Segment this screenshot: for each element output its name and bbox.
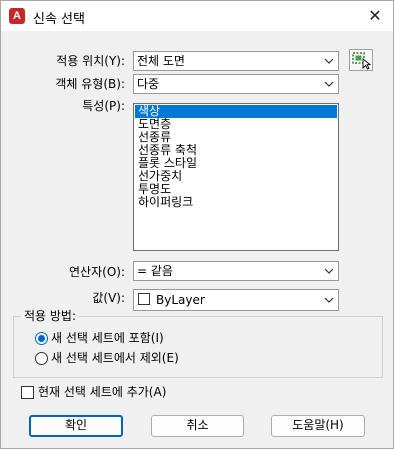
- append-checkbox-label[interactable]: 현재 선택 세트에 추가(A): [38, 384, 166, 400]
- operator-dropdown[interactable]: = 같음: [133, 261, 339, 281]
- include-radio[interactable]: [35, 332, 48, 345]
- properties-list[interactable]: 색상 도면층 선종류 선종류 축척 플롯 스타일 선가중치 투명도 하이퍼링크: [133, 103, 339, 251]
- properties-label: 특성(P):: [82, 99, 125, 113]
- list-item[interactable]: 하이퍼링크: [135, 196, 337, 209]
- chevron-down-icon: [320, 75, 338, 93]
- exclude-radio-label[interactable]: 새 선택 세트에서 제외(E): [51, 350, 179, 366]
- append-checkbox[interactable]: [21, 386, 34, 399]
- autocad-app-icon: A: [9, 8, 25, 24]
- apply-to-label: 적용 위치(Y):: [56, 54, 125, 68]
- list-item[interactable]: 투명도: [135, 183, 337, 196]
- list-item[interactable]: 플롯 스타일: [135, 157, 337, 170]
- object-type-dropdown[interactable]: 다중: [133, 74, 339, 94]
- close-icon[interactable]: ✕: [363, 5, 387, 27]
- dialog-title: 신속 선택: [33, 12, 85, 27]
- help-button[interactable]: 도움말(H): [271, 415, 365, 437]
- apply-to-value: 전체 도면: [137, 54, 185, 68]
- chevron-down-icon: [320, 52, 338, 70]
- operator-label: 연산자(O):: [69, 265, 125, 279]
- color-swatch: [138, 293, 150, 305]
- how-to-apply-group: [13, 316, 383, 378]
- select-objects-button[interactable]: [349, 49, 373, 71]
- include-radio-label[interactable]: 새 선택 세트에 포함(I): [51, 330, 164, 346]
- title-bar: A 신속 선택 ✕: [1, 1, 393, 31]
- value-text: ByLayer: [156, 293, 205, 307]
- chevron-down-icon: [320, 291, 338, 309]
- apply-to-dropdown[interactable]: 전체 도면: [133, 51, 339, 71]
- list-item[interactable]: 선종류 축척: [135, 144, 337, 157]
- list-item[interactable]: 선가중치: [135, 170, 337, 183]
- select-objects-icon: [352, 52, 372, 70]
- value-dropdown[interactable]: ByLayer: [133, 289, 339, 311]
- object-type-label: 객체 유형(B):: [55, 77, 125, 91]
- cancel-button[interactable]: 취소: [151, 415, 244, 437]
- list-item[interactable]: 도면층: [135, 118, 337, 131]
- list-item[interactable]: 선종류: [135, 131, 337, 144]
- chevron-down-icon: [320, 262, 338, 280]
- ok-button[interactable]: 확인: [29, 415, 123, 437]
- object-type-value: 다중: [137, 77, 160, 91]
- quick-select-dialog: A 신속 선택 ✕ 적용 위치(Y): 전체 도면 객체 유형(B): 다중 특…: [0, 0, 394, 449]
- value-label: 값(V):: [92, 291, 125, 305]
- how-to-apply-title: 적용 방법:: [21, 309, 80, 323]
- operator-value: = 같음: [137, 264, 173, 278]
- exclude-radio[interactable]: [35, 352, 48, 365]
- list-item[interactable]: 색상: [135, 105, 337, 118]
